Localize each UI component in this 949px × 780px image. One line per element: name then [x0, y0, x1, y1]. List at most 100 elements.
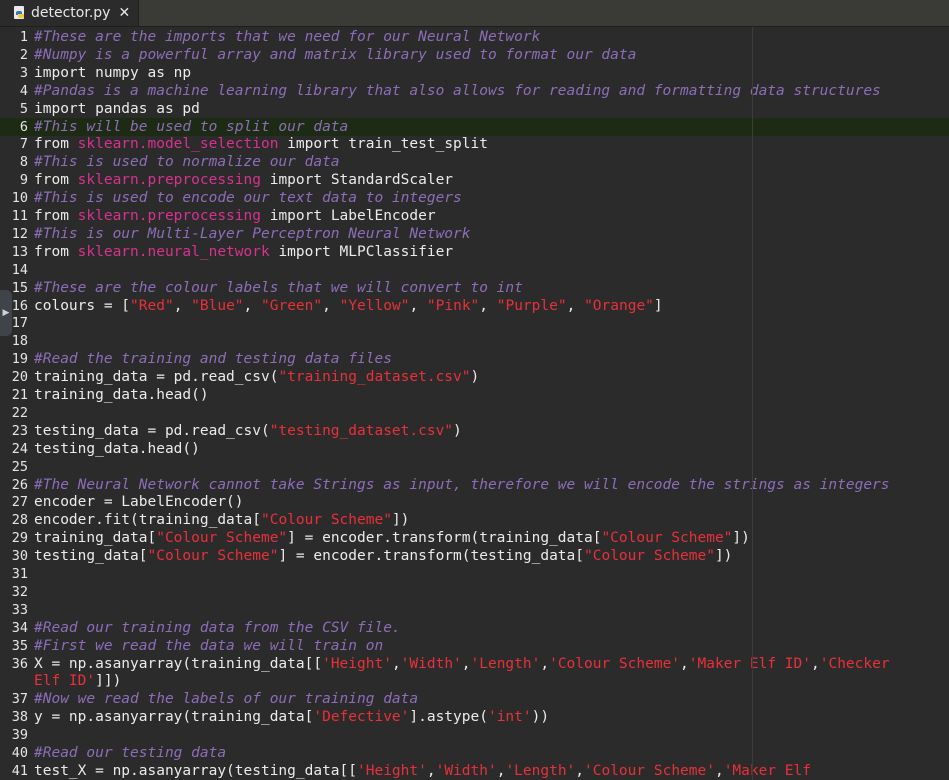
line-number: 25 — [11, 458, 28, 475]
code-line[interactable]: 28 encoder.fit(training_data["Colour Sche… — [0, 511, 949, 529]
code-line[interactable]: 6 #This will be used to split our data — [0, 117, 949, 136]
plain-token: , — [173, 297, 192, 314]
code-line[interactable]: 14 — [0, 261, 949, 279]
code-editor[interactable]: 1 #These are the imports that we need for… — [0, 27, 949, 780]
comment-token: #First we read the data we will train on — [34, 637, 384, 654]
code-line[interactable]: 4 #Pandas is a machine learning library t… — [0, 82, 949, 100]
plain-token: training_data[ — [34, 530, 157, 547]
code-line[interactable]: 19 #Read the training and testing data fi… — [0, 350, 949, 368]
plain-token: , — [680, 655, 689, 672]
string-token: "Green" — [261, 297, 323, 314]
code-text: colours = ["Red", "Blue", "Green", "Yell… — [34, 297, 663, 315]
code-line[interactable]: 36 X = np.asanyarray(training_data[['Heig… — [0, 655, 949, 673]
code-line[interactable]: 9 from sklearn.preprocessing import Stand… — [0, 171, 949, 189]
line-number: 19 — [11, 351, 28, 368]
code-line[interactable]: 37 #Now we read the labels of our trainin… — [0, 690, 949, 708]
code-text: testing_data = pd.read_csv("testing_data… — [34, 422, 462, 440]
code-line[interactable]: 10 #This is used to encode our text data … — [0, 189, 949, 207]
line-number: 12 — [11, 225, 28, 242]
code-line[interactable]: 1 #These are the imports that we need for… — [0, 28, 949, 46]
comment-token: #Pandas is a machine learning library th… — [34, 82, 881, 99]
plain-token: ].astype( — [409, 709, 488, 726]
line-number: 8 — [19, 154, 28, 171]
string-token: "Colour Scheme" — [601, 530, 733, 547]
plain-token: , — [409, 297, 427, 314]
code-line[interactable]: 35 #First we read the data we will train … — [0, 637, 949, 655]
code-line[interactable]: 3 import numpy as np — [0, 64, 949, 82]
string-token: "Pink" — [426, 297, 480, 314]
tab-detector-py[interactable]: detector.py ✕ — [0, 0, 139, 26]
code-line[interactable]: 15 #These are the colour labels that we w… — [0, 279, 949, 297]
code-text: #Numpy is a powerful array and matrix li… — [34, 46, 636, 64]
code-line[interactable]: 31 — [0, 565, 949, 583]
line-number: 20 — [11, 369, 28, 386]
comment-token: #This is our Multi-Layer Perceptron Neur… — [34, 225, 471, 242]
code-line[interactable]: 34 #Read our training data from the CSV f… — [0, 619, 949, 637]
code-line[interactable]: 40 #Read our testing data — [0, 744, 949, 762]
plain-token: , — [461, 655, 471, 672]
code-line[interactable]: 2 #Numpy is a powerful array and matrix l… — [0, 46, 949, 64]
string-token: "Red" — [130, 297, 174, 314]
code-text: import numpy as np — [34, 64, 191, 82]
string-token: 'Length' — [505, 762, 576, 779]
string-token: "Purple" — [496, 297, 567, 314]
code-text: #This is used to encode our text data to… — [34, 189, 462, 207]
string-token: 'Checker — [819, 655, 890, 672]
code-line[interactable]: 18 — [0, 332, 949, 350]
code-line[interactable]: 17 — [0, 314, 949, 332]
code-text: #Read the training and testing data file… — [34, 350, 392, 368]
code-line[interactable]: 20 training_data = pd.read_csv("training_… — [0, 368, 949, 386]
comment-token: #Read our training data from the CSV fil… — [34, 619, 401, 636]
code-line[interactable]: 32 — [0, 583, 949, 601]
code-line[interactable]: 41 test_X = np.asanyarray(testing_data[[ '… — [0, 762, 949, 780]
code-text: training_data.head() — [34, 386, 209, 404]
code-line[interactable]: 8 #This is used to normalize our data — [0, 153, 949, 171]
line-number: 41 — [11, 762, 28, 779]
code-line[interactable]: 30 testing_data["Colour Scheme"] = encode… — [0, 547, 949, 565]
side-panel-handle[interactable]: ▶ — [0, 290, 12, 336]
plain-token: , — [566, 297, 585, 314]
plain-token: test_X = np.asanyarray(testing_data[[ — [34, 762, 358, 779]
code-line[interactable]: 12 #This is our Multi-Layer Perceptron Ne… — [0, 225, 949, 243]
code-line[interactable]: Elf ID']]) — [0, 672, 949, 690]
comment-token: #These are the colour labels that we wil… — [34, 279, 523, 296]
code-line[interactable]: 29 training_data["Colour Scheme"] = encod… — [0, 529, 949, 547]
line-number: 5 — [19, 100, 28, 117]
plain-token: from — [34, 243, 78, 260]
code-line[interactable]: 16 colours = ["Red", "Blue", "Green", "Ye… — [0, 297, 949, 315]
plain-token: training_data.head() — [34, 387, 209, 403]
line-number: 40 — [11, 745, 28, 761]
string-token: 'Maker Elf ID' — [688, 655, 811, 672]
comment-token: #The Neural Network cannot take Strings … — [34, 476, 890, 493]
plain-token: import pandas as pd — [34, 100, 200, 117]
code-line[interactable]: 23 testing_data = pd.read_csv("testing_da… — [0, 422, 949, 440]
plain-token: , — [243, 297, 262, 314]
plain-token: )) — [531, 709, 550, 726]
plain-token: y = np.asanyarray(training_data[ — [34, 709, 314, 726]
plain-token: ) — [470, 369, 480, 386]
code-line[interactable]: 21 training_data.head() — [0, 386, 949, 404]
code-line[interactable]: 27 encoder = LabelEncoder() — [0, 493, 949, 511]
code-line[interactable]: 7 from sklearn.model_selection import tra… — [0, 135, 949, 153]
code-text: Elf ID']]) — [34, 672, 121, 690]
line-number: 14 — [11, 261, 28, 278]
code-line[interactable]: 38 y = np.asanyarray(training_data['Defec… — [0, 708, 949, 726]
code-line[interactable]: 22 — [0, 404, 949, 422]
code-text: #Pandas is a machine learning library th… — [34, 82, 881, 100]
line-number: 30 — [11, 548, 28, 565]
module-token: sklearn.model_selection — [77, 136, 279, 153]
tab-bar: detector.py ✕ — [0, 0, 949, 27]
code-line[interactable]: 39 — [0, 726, 949, 744]
code-line[interactable]: 13 from sklearn.neural_network import MLP… — [0, 243, 949, 261]
code-line[interactable]: 24 testing_data.head() — [0, 440, 949, 458]
string-token: "Colour Scheme" — [584, 548, 715, 565]
close-icon[interactable]: ✕ — [118, 5, 130, 21]
code-line[interactable]: 25 — [0, 458, 949, 476]
code-line[interactable]: 5 import pandas as pd — [0, 100, 949, 118]
code-line[interactable]: 11 from sklearn.preprocessing import Labe… — [0, 207, 949, 225]
code-line[interactable]: 26 #The Neural Network cannot take String… — [0, 476, 949, 494]
code-line[interactable]: 33 — [0, 601, 949, 619]
string-token: 'Colour Scheme' — [549, 655, 681, 672]
string-token: 'Width' — [435, 762, 497, 779]
plain-token: , — [391, 655, 401, 672]
